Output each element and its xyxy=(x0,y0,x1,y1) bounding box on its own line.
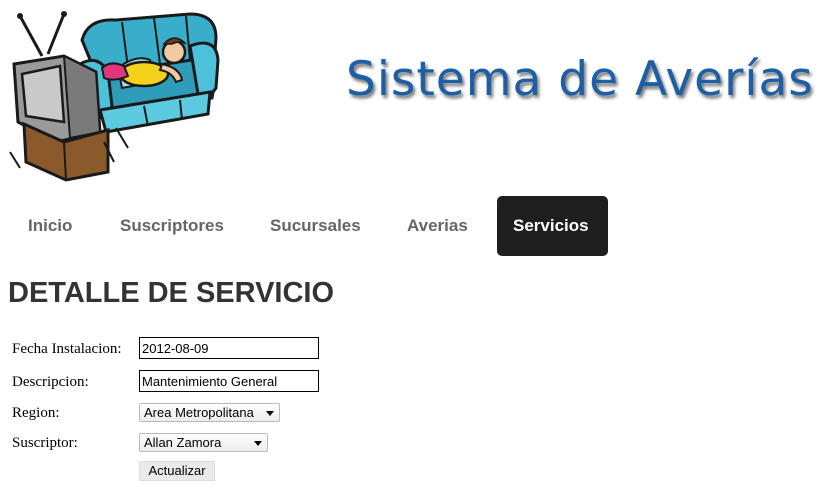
descripcion-input[interactable] xyxy=(139,370,319,392)
couch-potato-watching-tv-icon xyxy=(4,2,220,182)
chevron-down-icon xyxy=(254,441,262,446)
nav-item-servicios[interactable]: Servicios xyxy=(497,196,608,256)
region-selected-value: Area Metropolitana xyxy=(144,405,254,420)
region-select[interactable]: Area Metropolitana xyxy=(139,403,280,422)
region-label: Region: xyxy=(12,405,60,421)
main-nav: Inicio Suscriptores Sucursales Averias S… xyxy=(6,196,608,256)
nav-item-averias[interactable]: Averias xyxy=(384,196,497,256)
descripcion-label: Descripcion: xyxy=(12,374,89,390)
fecha-instalacion-input[interactable] xyxy=(139,337,319,359)
chevron-down-icon xyxy=(266,411,274,416)
nav-item-suscriptores[interactable]: Suscriptores xyxy=(98,196,248,256)
nav-item-inicio[interactable]: Inicio xyxy=(6,196,98,256)
suscriptor-label: Suscriptor: xyxy=(12,435,78,451)
suscriptor-selected-value: Allan Zamora xyxy=(144,435,222,450)
fecha-instalacion-label: Fecha Instalacion: xyxy=(12,341,122,357)
actualizar-button[interactable]: Actualizar xyxy=(139,461,215,481)
nav-item-sucursales[interactable]: Sucursales xyxy=(248,196,384,256)
suscriptor-select[interactable]: Allan Zamora xyxy=(139,433,268,452)
site-title: Sistema de Averías xyxy=(346,52,814,107)
page-title: DETALLE DE SERVICIO xyxy=(8,277,335,309)
